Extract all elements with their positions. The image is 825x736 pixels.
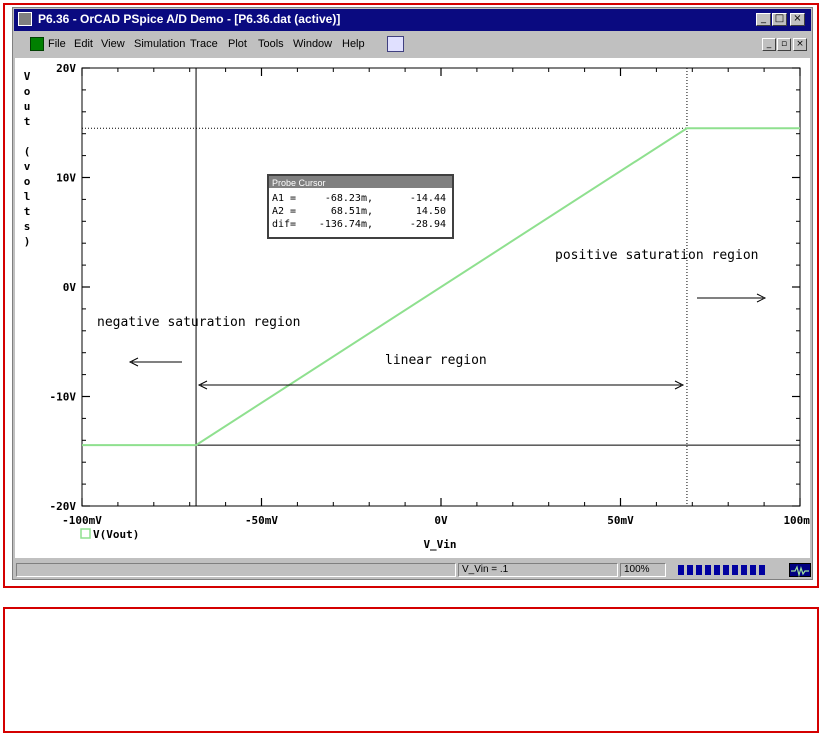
x-tick-label: 0V	[434, 514, 448, 527]
y-tick-label: -20V	[50, 500, 77, 513]
doc-minimize-icon[interactable]: _	[762, 38, 776, 51]
pspice-app-icon[interactable]	[18, 12, 32, 26]
progress-segment	[723, 565, 729, 575]
x-tick-label: -100mV	[62, 514, 102, 527]
menu-edit[interactable]: Edit	[74, 38, 93, 50]
progress-segment	[687, 565, 693, 575]
document-icon[interactable]	[30, 37, 44, 51]
status-message	[16, 563, 456, 577]
y-tick-label: 10V	[56, 172, 76, 185]
y-axis-label-char: V	[24, 70, 31, 83]
legend-swatch	[80, 528, 91, 539]
y-axis-label-char: u	[24, 100, 31, 113]
caption-frame-bottom	[3, 607, 819, 733]
y-axis-label-char: l	[24, 190, 31, 203]
annotation-negative-saturation: negative saturation region	[97, 315, 301, 330]
toolbar-icon[interactable]	[387, 36, 404, 52]
y-tick-label: -10V	[50, 391, 77, 404]
y-tick-label: 20V	[56, 62, 76, 75]
menu-file[interactable]: File	[48, 38, 66, 50]
annotation-linear-region: linear region	[385, 353, 487, 368]
plot-area[interactable]: -100mV -50mV 0V 50mV 100mV 20V 10V 0V -10V -20V Vo…	[15, 58, 817, 558]
simulation-progress-bar	[670, 561, 785, 579]
probe-cursor-row-label: A2 =	[272, 206, 296, 217]
x-tick-label: 50mV	[607, 514, 634, 527]
y-axis-label-char: o	[24, 85, 31, 98]
menu-simulation[interactable]: Simulation	[134, 38, 185, 50]
title-bar[interactable]: P6.36 - OrCAD PSpice A/D Demo - [P6.36.d…	[14, 9, 811, 31]
y-axis-label-char: )	[24, 235, 31, 248]
probe-cursor-row-label: dif=	[272, 219, 296, 230]
x-axis-label: V_Vin	[423, 538, 456, 551]
probe-cursor-row-y: -28.94	[410, 219, 446, 230]
waveform-icon[interactable]	[789, 563, 811, 578]
y-axis-label-char: s	[24, 220, 31, 233]
status-cursor-value: V_Vin = .1	[458, 563, 618, 577]
menu-bar: File Edit View Simulation Trace Plot Too…	[14, 32, 811, 57]
probe-cursor-row-y: -14.44	[410, 193, 446, 204]
arrow-left-icon	[128, 357, 182, 367]
legend-label: V(Vout)	[93, 528, 139, 541]
status-zoom: 100%	[620, 563, 666, 577]
y-axis-label-char: t	[24, 205, 31, 218]
y-tick-label: 0V	[63, 281, 77, 294]
x-tick-label: 100mV	[783, 514, 810, 527]
progress-segment	[714, 565, 720, 575]
progress-segment	[741, 565, 747, 575]
menu-trace[interactable]: Trace	[190, 38, 218, 50]
arrow-right-icon	[697, 293, 767, 303]
menu-view[interactable]: View	[101, 38, 125, 50]
y-axis-label-char: v	[24, 160, 31, 173]
status-bar: V_Vin = .1 100%	[14, 561, 811, 579]
progress-segment	[678, 565, 684, 575]
probe-cursor-row-x: -136.74m,	[319, 219, 373, 230]
menu-help[interactable]: Help	[342, 38, 365, 50]
y-axis-label-char: (	[24, 145, 31, 158]
progress-segment	[696, 565, 702, 575]
probe-cursor-title: Probe Cursor	[272, 178, 326, 188]
minimize-icon[interactable]: _	[756, 13, 771, 26]
doc-restore-icon[interactable]: ▫	[777, 38, 791, 51]
probe-cursor-row-label: A1 =	[272, 193, 296, 204]
progress-segment	[705, 565, 711, 575]
window-title: P6.36 - OrCAD PSpice A/D Demo - [P6.36.d…	[38, 12, 341, 26]
menu-plot[interactable]: Plot	[228, 38, 247, 50]
menu-tools[interactable]: Tools	[258, 38, 284, 50]
progress-segment	[750, 565, 756, 575]
y-axis-label-char: o	[24, 175, 31, 188]
maximize-icon[interactable]: □	[772, 13, 787, 26]
probe-cursor-row-y: 14.50	[416, 206, 446, 217]
y-axis-label-char: t	[24, 115, 31, 128]
annotation-positive-saturation: positive saturation region	[555, 248, 759, 263]
progress-segment	[732, 565, 738, 575]
menu-window[interactable]: Window	[293, 38, 332, 50]
probe-cursor-row-x: -68.23m,	[325, 193, 373, 204]
doc-close-icon[interactable]: ×	[793, 38, 807, 51]
probe-plot-svg: -100mV -50mV 0V 50mV 100mV 20V 10V 0V -10V -20V Vo…	[24, 62, 817, 551]
x-tick-label: -50mV	[245, 514, 278, 527]
probe-cursor-row-x: 68.51m,	[331, 206, 373, 217]
progress-segment	[759, 565, 765, 575]
close-icon[interactable]: ×	[790, 13, 805, 26]
arrow-double-icon	[197, 380, 685, 390]
